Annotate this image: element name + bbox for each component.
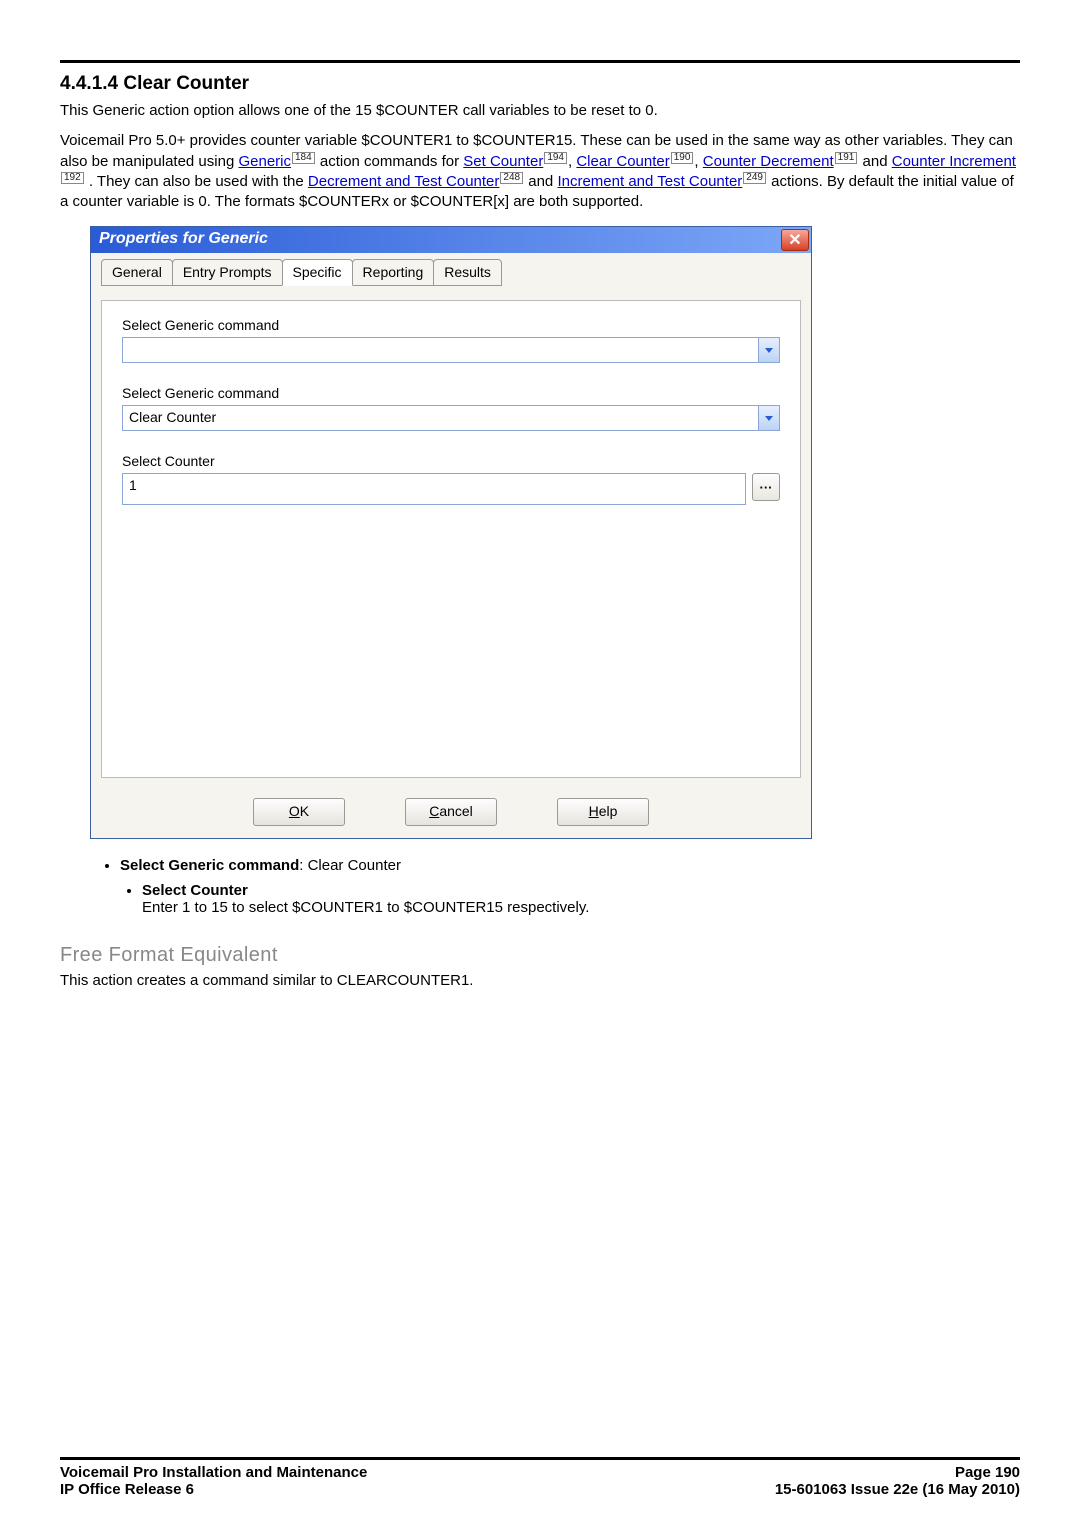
generic-command-value-2: Clear Counter bbox=[123, 406, 758, 430]
chevron-down-icon bbox=[765, 348, 773, 353]
decrement-test-ref: 248 bbox=[500, 172, 523, 184]
section-title-text: Clear Counter bbox=[123, 73, 249, 94]
combo-dropdown-button-1[interactable] bbox=[758, 338, 779, 362]
generic-command-combo-2[interactable]: Clear Counter bbox=[122, 405, 780, 431]
generic-command-label-2: Select Generic command bbox=[122, 385, 780, 401]
dialog-button-row: OK Cancel Help bbox=[101, 798, 801, 826]
browse-button[interactable]: ··· bbox=[752, 473, 780, 501]
select-counter-input[interactable]: 1 bbox=[122, 473, 746, 505]
intro-paragraph: This Generic action option allows one of… bbox=[60, 101, 1020, 121]
generic-command-combo-1[interactable] bbox=[122, 337, 780, 363]
set-counter-ref: 194 bbox=[544, 152, 567, 164]
dialog-body: General Entry Prompts Specific Reporting… bbox=[91, 253, 811, 838]
bullet-tail: : Clear Counter bbox=[299, 857, 401, 874]
help-button[interactable]: Help bbox=[557, 798, 649, 826]
properties-dialog: Properties for Generic ✕ General Entry P… bbox=[90, 226, 812, 839]
bullet-list: Select Generic command: Clear Counter Se… bbox=[120, 857, 1020, 916]
increment-test-link[interactable]: Increment and Test Counter bbox=[557, 173, 742, 190]
specific-panel: Select Generic command Select Generic co… bbox=[101, 300, 801, 778]
top-rule bbox=[60, 60, 1020, 63]
dialog-title: Properties for Generic bbox=[91, 227, 779, 253]
section-number: 4.4.1.4 bbox=[60, 73, 118, 94]
document-page: 4.4.1.4 Clear Counter This Generic actio… bbox=[0, 0, 1080, 1528]
counter-increment-link[interactable]: Counter Increment bbox=[892, 153, 1016, 170]
sub-bullet-text: Enter 1 to 15 to select $COUNTER1 to $CO… bbox=[142, 899, 589, 916]
generic-ref: 184 bbox=[292, 152, 315, 164]
footer-row-2: IP Office Release 6 15-601063 Issue 22e … bbox=[60, 1481, 1020, 1498]
section-title: 4.4.1.4 Clear Counter bbox=[60, 73, 1020, 95]
bottom-rule bbox=[60, 1457, 1020, 1460]
footer-left-2: IP Office Release 6 bbox=[60, 1481, 194, 1498]
bullet-select-counter: Select Counter Enter 1 to 15 to select $… bbox=[142, 882, 1020, 916]
chevron-down-icon bbox=[765, 416, 773, 421]
close-button[interactable]: ✕ bbox=[781, 229, 809, 251]
combo-dropdown-button-2[interactable] bbox=[758, 406, 779, 430]
tab-specific[interactable]: Specific bbox=[282, 259, 353, 286]
select-counter-label: Select Counter bbox=[122, 453, 780, 469]
counter-decrement-ref: 191 bbox=[835, 152, 858, 164]
set-counter-link[interactable]: Set Counter bbox=[463, 153, 543, 170]
para-text: . They can also be used with the bbox=[89, 173, 308, 190]
tab-entry-prompts[interactable]: Entry Prompts bbox=[172, 259, 283, 286]
tab-strip: General Entry Prompts Specific Reporting… bbox=[101, 259, 801, 286]
tab-results[interactable]: Results bbox=[433, 259, 502, 286]
footer-left-1: Voicemail Pro Installation and Maintenan… bbox=[60, 1464, 367, 1481]
free-format-heading: Free Format Equivalent bbox=[60, 944, 1020, 967]
tab-reporting[interactable]: Reporting bbox=[352, 259, 435, 286]
bullet-select-generic: Select Generic command: Clear Counter Se… bbox=[120, 857, 1020, 916]
clear-counter-ref: 190 bbox=[671, 152, 694, 164]
cancel-button[interactable]: Cancel bbox=[405, 798, 497, 826]
sub-bullet-lead: Select Counter bbox=[142, 882, 248, 899]
decrement-test-link[interactable]: Decrement and Test Counter bbox=[308, 173, 500, 190]
increment-test-ref: 249 bbox=[743, 172, 766, 184]
bullet-lead: Select Generic command bbox=[120, 857, 299, 874]
close-icon: ✕ bbox=[788, 230, 801, 250]
dialog-titlebar: Properties for Generic ✕ bbox=[91, 227, 811, 253]
footer-right-2: 15-601063 Issue 22e (16 May 2010) bbox=[775, 1481, 1020, 1498]
footer-right-1: Page 190 bbox=[955, 1464, 1020, 1481]
para-text: and bbox=[863, 153, 892, 170]
detail-paragraph: Voicemail Pro 5.0+ provides counter vari… bbox=[60, 131, 1020, 212]
generic-command-value-1 bbox=[123, 338, 758, 362]
counter-increment-ref: 192 bbox=[61, 172, 84, 184]
ok-button[interactable]: OK bbox=[253, 798, 345, 826]
generic-command-label-1: Select Generic command bbox=[122, 317, 780, 333]
para-text: action commands for bbox=[320, 153, 463, 170]
clear-counter-link[interactable]: Clear Counter bbox=[576, 153, 669, 170]
generic-link[interactable]: Generic bbox=[238, 153, 291, 170]
footer-row-1: Voicemail Pro Installation and Maintenan… bbox=[60, 1464, 1020, 1481]
para-text: and bbox=[528, 173, 557, 190]
page-footer: Voicemail Pro Installation and Maintenan… bbox=[60, 1457, 1020, 1498]
counter-decrement-link[interactable]: Counter Decrement bbox=[703, 153, 834, 170]
free-format-text: This action creates a command similar to… bbox=[60, 971, 1020, 991]
tab-general[interactable]: General bbox=[101, 259, 173, 286]
select-counter-row: 1 ··· bbox=[122, 473, 780, 505]
sub-bullet-list: Select Counter Enter 1 to 15 to select $… bbox=[142, 882, 1020, 916]
